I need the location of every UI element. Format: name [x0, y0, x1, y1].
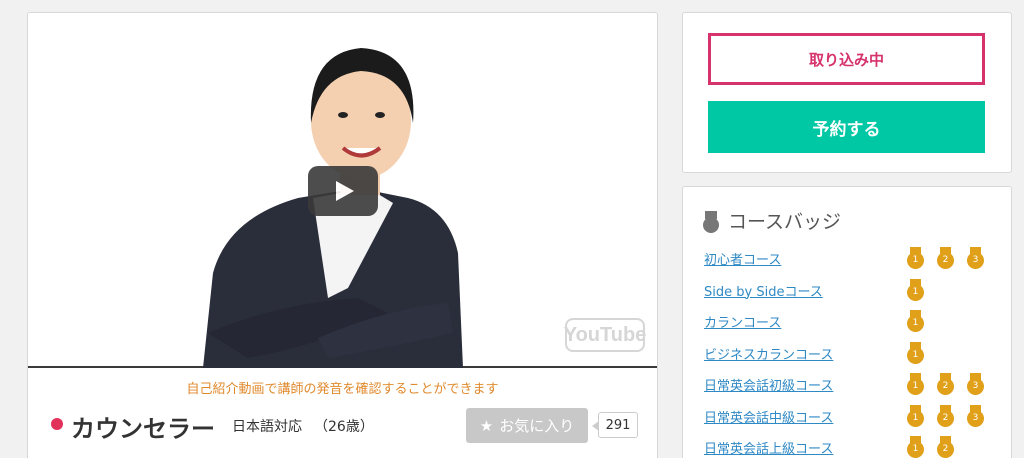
course-link[interactable]: ビジネスカランコース: [704, 344, 833, 363]
favorite-count: 291: [592, 412, 638, 438]
medal-3-icon: [967, 247, 984, 269]
medal-1-icon: [907, 310, 924, 332]
medal-1-icon: [907, 373, 924, 395]
status-dot-icon: [51, 418, 63, 430]
reserve-button[interactable]: 予約する: [708, 101, 985, 153]
favorite-label: お気に入り: [499, 417, 575, 435]
medal-2-icon: [937, 373, 954, 395]
medal-1-icon: [907, 404, 924, 427]
medal-1-icon: [907, 341, 924, 364]
medal-3-icon: [967, 404, 984, 427]
medal-3-icon: [967, 373, 984, 395]
course-link[interactable]: Side by Sideコース: [704, 281, 823, 300]
star-icon: ★: [479, 416, 494, 435]
teacher-age: （26歳）: [314, 419, 374, 435]
medal-2-icon: [937, 247, 954, 269]
language-support: 日本語対応: [232, 419, 302, 435]
course-link[interactable]: 日常英会話中級コース: [704, 407, 833, 426]
play-icon[interactable]: [308, 166, 378, 216]
teacher-name: カウンセラー: [71, 415, 215, 443]
badges-heading-label: コースバッジ: [728, 211, 842, 233]
course-link[interactable]: 日常英会話初級コース: [704, 375, 833, 394]
youtube-logo: YouTube: [564, 318, 646, 352]
medal-1-icon: [907, 278, 924, 301]
profile-card: YouTube 自己紹介動画で講師の発音を確認することができます カウンセラー …: [27, 12, 658, 458]
badges-heading: コースバッジ: [702, 207, 841, 234]
course-badges-card: コースバッジ 初心者コース Side by Sideコースカランコースビジネスカラ…: [682, 186, 1012, 458]
action-card: 取り込み中 予約する: [682, 12, 1012, 173]
medal-icon: [702, 210, 720, 233]
medal-2-icon: [937, 436, 954, 458]
intro-caption: 自己紹介動画で講師の発音を確認することができます: [186, 382, 499, 397]
intro-video[interactable]: YouTube: [28, 13, 657, 368]
medal-1-icon: [907, 247, 924, 269]
course-link[interactable]: 日常英会話上級コース: [704, 438, 833, 457]
medal-2-icon: [937, 404, 954, 427]
medal-1-icon: [907, 436, 924, 458]
teacher-info: カウンセラー 日本語対応 （26歳） ★ お気に入り 291: [49, 407, 649, 443]
course-link[interactable]: 初心者コース: [704, 249, 781, 268]
favorite-button[interactable]: ★ お気に入り: [466, 408, 588, 443]
course-link[interactable]: カランコース: [704, 312, 781, 331]
loading-button[interactable]: 取り込み中: [708, 33, 985, 85]
